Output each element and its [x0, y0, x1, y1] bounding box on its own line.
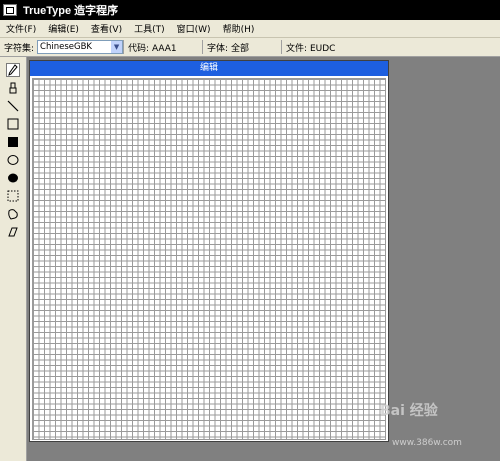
app-icon [3, 4, 17, 16]
menu-file[interactable]: 文件(F) [0, 22, 42, 35]
menu-edit[interactable]: 编辑(E) [42, 22, 85, 35]
editor-title-bar: 编辑 [30, 61, 388, 76]
glyph-edit-grid[interactable] [32, 78, 386, 440]
hollow-ellipse-icon[interactable] [6, 153, 20, 167]
watermark: Bai 经验 [380, 403, 438, 419]
menu-view[interactable]: 查看(V) [85, 22, 128, 35]
menu-tools[interactable]: 工具(T) [128, 22, 171, 35]
info-bar: 字符集: ChineseGBK ▼ 代码: AAA1 字体: 全部 文件: EU… [0, 38, 500, 57]
eraser-icon[interactable] [6, 225, 20, 239]
pencil-icon[interactable] [6, 63, 20, 77]
font-field: 字体: 全部 [202, 40, 281, 54]
filled-rectangle-icon[interactable] [6, 135, 20, 149]
charset-select[interactable]: ChineseGBK ▼ [37, 40, 124, 54]
editor-title: 编辑 [199, 63, 218, 73]
filled-ellipse-icon[interactable] [6, 171, 20, 185]
menu-help[interactable]: 帮助(H) [217, 22, 261, 35]
line-icon[interactable] [6, 99, 20, 113]
hollow-rectangle-icon[interactable] [6, 117, 20, 131]
rectangle-select-icon[interactable] [6, 189, 20, 203]
file-field: 文件: EUDC [281, 40, 339, 54]
freeform-select-icon[interactable] [6, 207, 20, 221]
menu-bar: 文件(F) 编辑(E) 查看(V) 工具(T) 窗口(W) 帮助(H) [0, 20, 500, 38]
editor-window: 编辑 [29, 60, 389, 442]
window-title: TrueType 造字程序 [23, 5, 119, 17]
charset-label: 字符集: [4, 43, 35, 54]
charset-value: ChineseGBK [40, 42, 92, 52]
tool-palette [0, 57, 27, 461]
brush-icon[interactable] [6, 81, 20, 95]
watermark-site: www.386w.com [392, 438, 462, 448]
code-field: 代码: AAA1 [123, 40, 202, 54]
title-bar: TrueType 造字程序 [0, 0, 500, 20]
menu-window[interactable]: 窗口(W) [171, 22, 217, 35]
chevron-down-icon[interactable]: ▼ [111, 41, 123, 53]
